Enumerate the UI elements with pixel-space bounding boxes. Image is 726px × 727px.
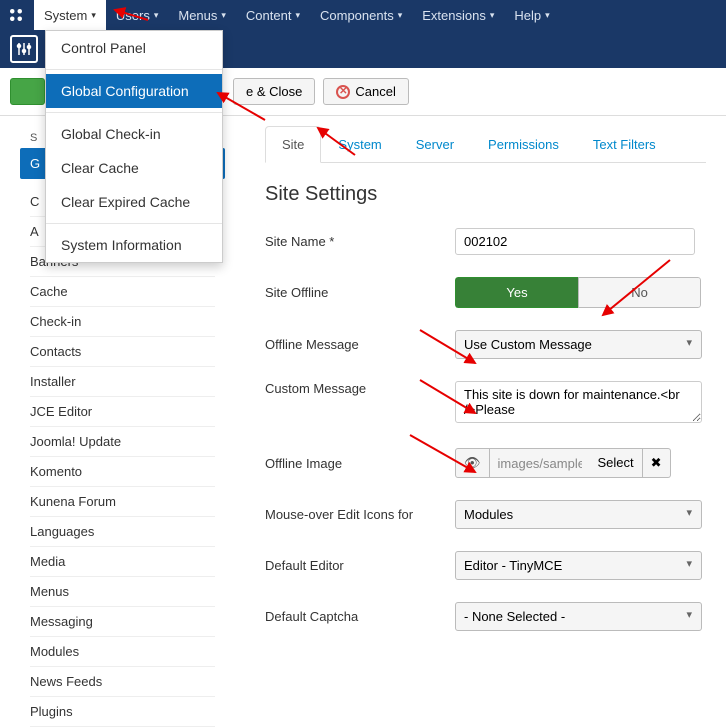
- joomla-logo-icon[interactable]: [6, 5, 26, 25]
- site-name-input[interactable]: [455, 228, 695, 255]
- sidebar-list: CABannersCacheCheck-inContactsInstallerJ…: [30, 187, 215, 727]
- sidebar-item[interactable]: Languages: [30, 517, 215, 547]
- sidebar-item[interactable]: Menus: [30, 577, 215, 607]
- site-offline-toggle: Yes No: [455, 277, 701, 308]
- offline-image-input[interactable]: [490, 448, 590, 478]
- select-image-button[interactable]: Select: [590, 448, 643, 478]
- dropdown-divider: [46, 112, 222, 113]
- sidebar-item[interactable]: Joomla! Update: [30, 427, 215, 457]
- offline-message-label: Offline Message: [265, 337, 455, 352]
- dropdown-divider: [46, 69, 222, 70]
- caret-down-icon: ▾: [545, 10, 550, 21]
- mouseover-icons-select[interactable]: Modules: [455, 500, 702, 529]
- caret-down-icon: ▾: [398, 10, 403, 21]
- offline-image-label: Offline Image: [265, 456, 455, 471]
- tab-permissions[interactable]: Permissions: [471, 126, 576, 163]
- sidebar-item[interactable]: Media: [30, 547, 215, 577]
- top-menu-help[interactable]: Help▾: [504, 0, 559, 30]
- sidebar-item[interactable]: Kunena Forum: [30, 487, 215, 517]
- toggle-yes-button[interactable]: Yes: [455, 277, 578, 308]
- clear-image-button[interactable]: ✖: [643, 448, 671, 478]
- site-name-label: Site Name *: [265, 234, 455, 249]
- caret-down-icon: ▾: [91, 10, 96, 21]
- save-button[interactable]: [10, 78, 45, 105]
- top-menu-users[interactable]: Users▾: [106, 0, 168, 30]
- default-editor-select[interactable]: Editor - TinyMCE: [455, 551, 702, 580]
- section-heading: Site Settings: [265, 183, 706, 206]
- sidebar-item[interactable]: Modules: [30, 637, 215, 667]
- dropdown-system-information[interactable]: System Information: [46, 228, 222, 262]
- config-tab-bar: Site System Server Permissions Text Filt…: [265, 126, 706, 163]
- sidebar-item[interactable]: Plugins: [30, 697, 215, 727]
- sidebar-item[interactable]: News Feeds: [30, 667, 215, 697]
- preview-eye-icon[interactable]: 👁: [455, 448, 490, 478]
- default-captcha-label: Default Captcha: [265, 609, 455, 624]
- system-dropdown-menu: Control Panel Global Configuration Globa…: [45, 30, 223, 263]
- top-menu-bar: System▾ Users▾ Menus▾ Content▾ Component…: [0, 0, 726, 30]
- tab-text-filters[interactable]: Text Filters: [576, 126, 673, 163]
- dropdown-clear-expired-cache[interactable]: Clear Expired Cache: [46, 185, 222, 219]
- caret-down-icon: ▾: [295, 10, 300, 21]
- top-menu-components[interactable]: Components▾: [310, 0, 412, 30]
- offline-image-picker: 👁 Select ✖: [455, 448, 671, 478]
- top-menu-menus[interactable]: Menus▾: [168, 0, 236, 30]
- dropdown-global-configuration[interactable]: Global Configuration: [46, 74, 222, 108]
- top-menu-content[interactable]: Content▾: [236, 0, 310, 30]
- toggle-no-button[interactable]: No: [578, 277, 701, 308]
- main-content: Site System Server Permissions Text Filt…: [225, 116, 726, 727]
- tab-site[interactable]: Site: [265, 126, 321, 163]
- dropdown-control-panel[interactable]: Control Panel: [46, 31, 222, 65]
- default-captcha-select[interactable]: - None Selected -: [455, 602, 702, 631]
- sidebar-item[interactable]: Cache: [30, 277, 215, 307]
- top-menu-extensions[interactable]: Extensions▾: [412, 0, 504, 30]
- sidebar-item[interactable]: Installer: [30, 367, 215, 397]
- custom-message-label: Custom Message: [265, 381, 455, 396]
- save-close-button[interactable]: e & Close: [233, 78, 315, 105]
- sidebar-item[interactable]: JCE Editor: [30, 397, 215, 427]
- offline-message-select[interactable]: Use Custom Message: [455, 330, 702, 359]
- cancel-circle-icon: ✕: [336, 85, 350, 99]
- dropdown-global-checkin[interactable]: Global Check-in: [46, 117, 222, 151]
- tab-server[interactable]: Server: [399, 126, 471, 163]
- tab-system[interactable]: System: [321, 126, 398, 163]
- sliders-icon: [10, 35, 38, 63]
- sidebar-item[interactable]: Komento: [30, 457, 215, 487]
- dropdown-clear-cache[interactable]: Clear Cache: [46, 151, 222, 185]
- custom-message-textarea[interactable]: This site is down for maintenance.<br />…: [455, 381, 702, 423]
- site-offline-label: Site Offline: [265, 285, 455, 300]
- dropdown-divider: [46, 223, 222, 224]
- default-editor-label: Default Editor: [265, 558, 455, 573]
- sidebar-item[interactable]: Contacts: [30, 337, 215, 367]
- sidebar-item[interactable]: Check-in: [30, 307, 215, 337]
- caret-down-icon: ▾: [221, 10, 226, 21]
- caret-down-icon: ▾: [154, 10, 159, 21]
- caret-down-icon: ▾: [490, 10, 495, 21]
- cancel-button[interactable]: ✕Cancel: [323, 78, 408, 105]
- top-menu-system[interactable]: System▾: [34, 0, 106, 30]
- mouseover-icons-label: Mouse-over Edit Icons for: [265, 507, 455, 522]
